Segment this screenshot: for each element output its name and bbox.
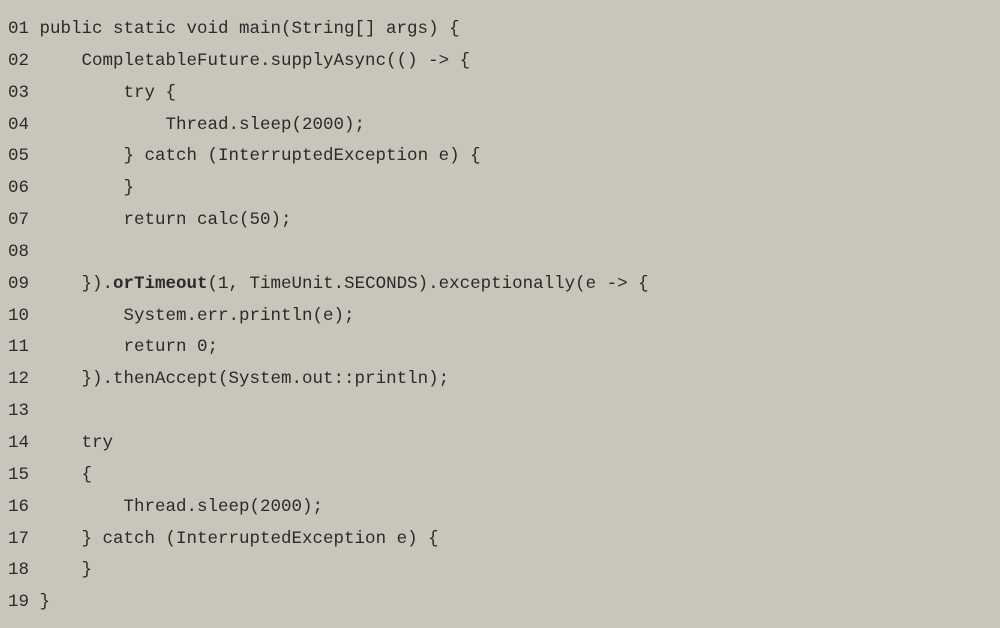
line-content: {: [40, 465, 93, 485]
line-content: public static void main(String[] args) {: [40, 19, 460, 39]
code-segment: return 0;: [124, 337, 219, 357]
code-line: 10 System.err.println(e);: [8, 301, 982, 333]
code-segment: CompletableFuture.supplyAsync(() -> {: [82, 51, 471, 71]
code-segment: }).thenAccept(System.out::println);: [82, 369, 450, 389]
code-segment: Thread.sleep(2000);: [166, 115, 366, 135]
line-number: 18: [8, 555, 29, 587]
code-line: 02 CompletableFuture.supplyAsync(() -> {: [8, 46, 982, 78]
line-indent: [40, 369, 82, 389]
line-indent: [40, 146, 124, 166]
code-line: 06 }: [8, 173, 982, 205]
line-content: }).orTimeout(1, TimeUnit.SECONDS).except…: [40, 274, 649, 294]
line-number: 16: [8, 492, 29, 524]
line-indent: [40, 178, 124, 198]
code-segment: (1, TimeUnit.SECONDS).exceptionally(e ->…: [208, 274, 649, 294]
code-segment: Thread.sleep(2000);: [124, 497, 324, 517]
code-line: 18 }: [8, 555, 982, 587]
line-number: 07: [8, 205, 29, 237]
code-segment: try: [82, 433, 114, 453]
line-number: 10: [8, 301, 29, 333]
code-segment: try {: [124, 83, 177, 103]
code-line: 07 return calc(50);: [8, 205, 982, 237]
line-content: }).thenAccept(System.out::println);: [40, 369, 450, 389]
line-content: try: [40, 433, 114, 453]
code-line: 13: [8, 396, 982, 428]
code-line: 01 public static void main(String[] args)…: [8, 14, 982, 46]
code-line: 19}: [8, 587, 982, 619]
code-line: 16 Thread.sleep(2000);: [8, 492, 982, 524]
line-indent: [40, 465, 82, 485]
line-number: 09: [8, 269, 29, 301]
code-segment: }: [40, 592, 51, 612]
code-segment: orTimeout: [113, 274, 208, 294]
line-number: 01: [8, 14, 29, 46]
line-number: 02: [8, 46, 29, 78]
code-segment: }: [82, 560, 93, 580]
line-number: 13: [8, 396, 29, 428]
line-content: System.err.println(e);: [40, 306, 355, 326]
line-number: 05: [8, 141, 29, 173]
code-line: 08: [8, 237, 982, 269]
code-line: 09 }).orTimeout(1, TimeUnit.SECONDS).exc…: [8, 269, 982, 301]
line-content: Thread.sleep(2000);: [40, 497, 324, 517]
line-indent: [40, 306, 124, 326]
line-number: 03: [8, 78, 29, 110]
line-number: 04: [8, 110, 29, 142]
line-indent: [40, 337, 124, 357]
line-content: try {: [40, 83, 177, 103]
code-segment: System.err.println(e);: [124, 306, 355, 326]
line-number: 08: [8, 237, 29, 269]
line-indent: [40, 529, 82, 549]
code-segment: }).: [82, 274, 114, 294]
code-line: 15 {: [8, 460, 982, 492]
line-content: }: [40, 592, 51, 612]
line-indent: [40, 274, 82, 294]
line-content: return 0;: [40, 337, 219, 357]
line-content: } catch (InterruptedException e) {: [40, 146, 481, 166]
code-line: 11 return 0;: [8, 332, 982, 364]
code-segment: } catch (InterruptedException e) {: [124, 146, 481, 166]
code-line: 14 try: [8, 428, 982, 460]
line-indent: [40, 83, 124, 103]
code-segment: return calc(50);: [124, 210, 292, 230]
code-segment: {: [82, 465, 93, 485]
line-number: 17: [8, 524, 29, 556]
line-number: 12: [8, 364, 29, 396]
code-segment: } catch (InterruptedException e) {: [82, 529, 439, 549]
line-content: }: [40, 560, 93, 580]
line-number: 06: [8, 173, 29, 205]
line-content: return calc(50);: [40, 210, 292, 230]
line-content: } catch (InterruptedException e) {: [40, 529, 439, 549]
line-content: }: [40, 178, 135, 198]
code-segment: public static void main(String[] args) {: [40, 19, 460, 39]
line-indent: [40, 210, 124, 230]
line-number: 19: [8, 587, 29, 619]
code-listing: 01 public static void main(String[] args)…: [0, 0, 1000, 628]
line-number: 11: [8, 332, 29, 364]
line-content: CompletableFuture.supplyAsync(() -> {: [40, 51, 471, 71]
code-segment: }: [124, 178, 135, 198]
code-line: 03 try {: [8, 78, 982, 110]
line-number: 15: [8, 460, 29, 492]
line-indent: [40, 433, 82, 453]
code-line: 04 Thread.sleep(2000);: [8, 110, 982, 142]
line-indent: [40, 115, 166, 135]
line-content: Thread.sleep(2000);: [40, 115, 366, 135]
code-line: 17 } catch (InterruptedException e) {: [8, 524, 982, 556]
line-number: 14: [8, 428, 29, 460]
line-indent: [40, 497, 124, 517]
code-line: 12 }).thenAccept(System.out::println);: [8, 364, 982, 396]
line-indent: [40, 560, 82, 580]
code-line: 05 } catch (InterruptedException e) {: [8, 141, 982, 173]
line-indent: [40, 51, 82, 71]
